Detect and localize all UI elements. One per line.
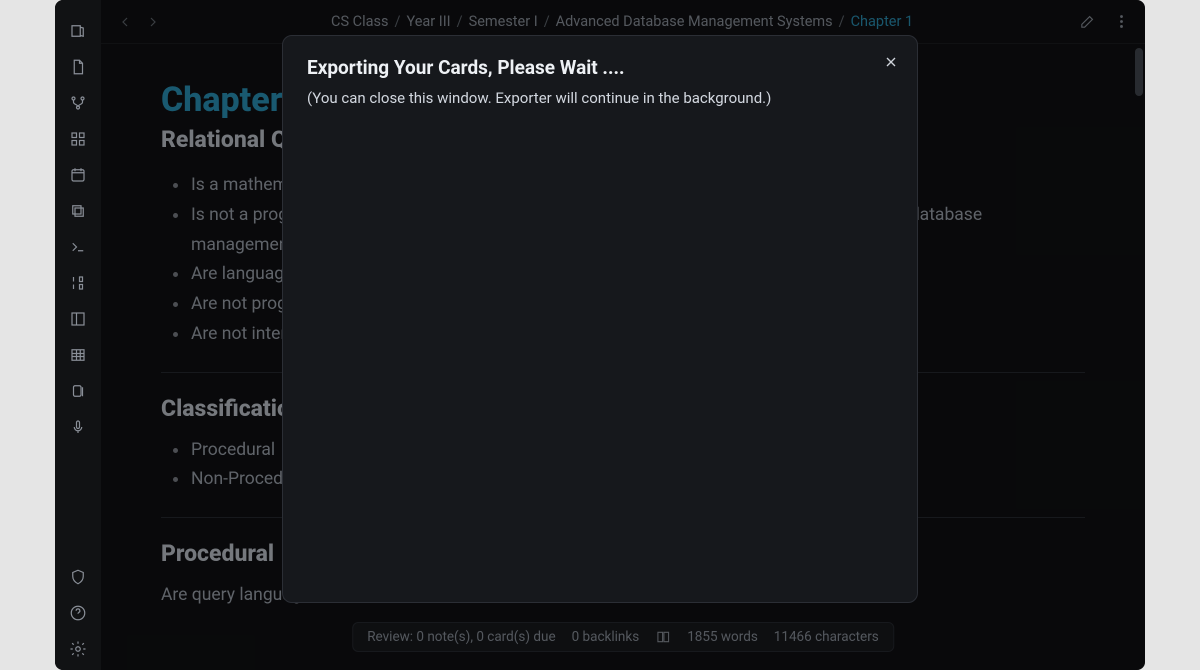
crumb-sep: / — [544, 13, 550, 30]
terminal-icon[interactable] — [69, 238, 87, 256]
table-icon[interactable] — [69, 346, 87, 364]
help-icon[interactable] — [69, 604, 87, 622]
more-icon[interactable] — [1113, 13, 1131, 31]
file-icon[interactable] — [69, 58, 87, 76]
crumb-sep: / — [839, 13, 845, 30]
branch-icon[interactable] — [69, 94, 87, 112]
crumb-3[interactable]: Advanced Database Management Systems — [556, 13, 833, 30]
crumb-0[interactable]: CS Class — [331, 13, 388, 30]
binary-icon[interactable] — [69, 274, 87, 292]
status-bar: Review: 0 note(s), 0 card(s) due 0 backl… — [352, 622, 894, 652]
left-rail — [55, 0, 101, 670]
shield-icon[interactable] — [69, 568, 87, 586]
status-words[interactable]: 1855 words — [687, 629, 758, 645]
edit-icon[interactable] — [1079, 13, 1097, 31]
mic-icon[interactable] — [69, 418, 87, 436]
layout-icon[interactable] — [69, 310, 87, 328]
status-backlinks[interactable]: 0 backlinks — [572, 629, 640, 645]
copy-icon[interactable] — [69, 202, 87, 220]
library-icon[interactable] — [69, 22, 87, 40]
crumb-sep: / — [457, 13, 463, 30]
grid-icon[interactable] — [69, 130, 87, 148]
breadcrumb: CS Class / Year III / Semester I / Advan… — [331, 13, 913, 30]
modal-subtitle: (You can close this window. Exporter wil… — [307, 89, 893, 107]
export-modal: Exporting Your Cards, Please Wait .... (… — [282, 35, 918, 603]
book-icon — [655, 629, 671, 645]
crumb-2[interactable]: Semester I — [469, 13, 538, 30]
crumb-1[interactable]: Year III — [406, 13, 450, 30]
modal-title: Exporting Your Cards, Please Wait .... — [307, 56, 893, 79]
nav-forward-button[interactable] — [143, 12, 163, 32]
app-window: CS Class / Year III / Semester I / Advan… — [55, 0, 1145, 670]
settings-icon[interactable] — [69, 640, 87, 658]
close-button[interactable] — [879, 50, 903, 74]
status-chars[interactable]: 11466 characters — [774, 629, 879, 645]
nav-back-button[interactable] — [115, 12, 135, 32]
cards-icon[interactable] — [69, 382, 87, 400]
calendar-icon[interactable] — [69, 166, 87, 184]
crumb-4[interactable]: Chapter 1 — [851, 13, 914, 30]
crumb-sep: / — [394, 13, 400, 30]
status-review[interactable]: Review: 0 note(s), 0 card(s) due — [367, 629, 555, 645]
scrollbar-track[interactable] — [1135, 48, 1143, 666]
scrollbar-thumb[interactable] — [1135, 48, 1143, 96]
